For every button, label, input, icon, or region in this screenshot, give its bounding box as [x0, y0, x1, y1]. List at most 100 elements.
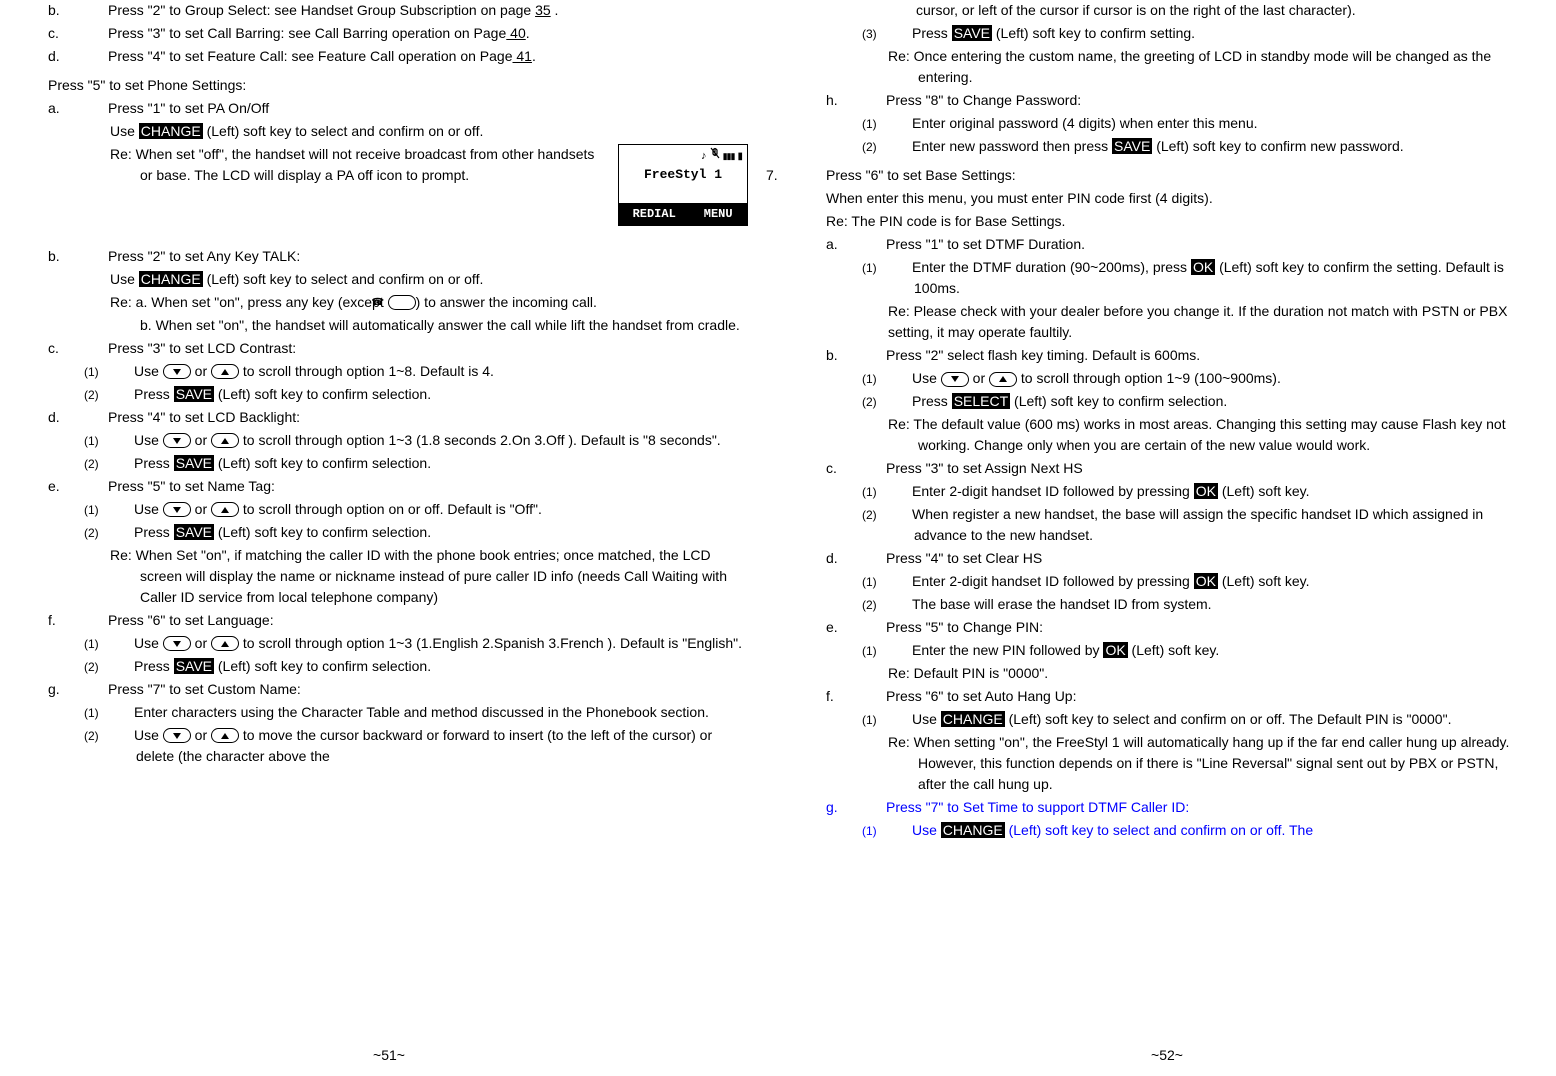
- marker: h.: [858, 90, 886, 111]
- item-6b-line: Use CHANGE (Left) soft key to select and…: [110, 269, 748, 290]
- text: Press "5" to set Name Tag:: [108, 478, 275, 494]
- item-7c-1: (1)Enter 2-digit handset ID followed by …: [888, 481, 1526, 502]
- item-6h-2: (2)Enter new password then press SAVE (L…: [888, 136, 1526, 157]
- softkey-ok: OK: [1103, 642, 1127, 658]
- lcd-softkey-left: REDIAL: [619, 203, 689, 225]
- marker: (2): [110, 386, 134, 404]
- item-7e-re: Re: Default PIN is "0000".: [888, 663, 1526, 684]
- text: Press "6" to set Base Settings:: [826, 167, 1016, 183]
- marker: (1): [888, 642, 912, 660]
- text: or: [191, 727, 211, 743]
- mute-icon: [710, 147, 720, 165]
- marker: (1): [888, 573, 912, 591]
- text: Press "3" to set Assign Next HS: [886, 460, 1083, 476]
- marker: (2): [888, 393, 912, 411]
- marker: (1): [110, 635, 134, 653]
- text: Press "4" to set LCD Backlight:: [108, 409, 300, 425]
- lcd-status-bar: ♪ ▮▮▮ ▮: [619, 145, 747, 163]
- item-6g-re: Re: Once entering the custom name, the g…: [888, 46, 1526, 88]
- text: Enter the DTMF duration (90~200ms), pres…: [912, 259, 1191, 275]
- text: The base will erase the handset ID from …: [912, 596, 1212, 612]
- text: When enter this menu, you must enter PIN…: [826, 190, 1213, 206]
- text: When register a new handset, the base wi…: [912, 506, 1483, 543]
- text: Press "2" select flash key timing. Defau…: [886, 347, 1200, 363]
- text: b. When set "on", the handset will autom…: [140, 317, 740, 333]
- item-7d-2: (2)The base will erase the handset ID fr…: [888, 594, 1526, 615]
- battery-icon: ▮: [737, 151, 743, 162]
- softkey-save: SAVE: [174, 524, 214, 540]
- page-right: cursor, or left of the cursor if cursor …: [778, 0, 1556, 1076]
- item-7a-1: (1)Enter the DTMF duration (90~200ms), p…: [888, 257, 1526, 299]
- text: Use: [912, 711, 941, 727]
- text: Re: When set "off", the handset will not…: [110, 146, 594, 183]
- item-7b-re: Re: The default value (600 ms) works in …: [888, 414, 1526, 456]
- item-7b-2: (2)Press SELECT (Left) soft key to confi…: [888, 391, 1526, 412]
- text: or: [969, 370, 989, 386]
- text: Re: The default value (600 ms) works in …: [888, 416, 1506, 453]
- marker: d.: [858, 548, 886, 569]
- item-6g-cont: cursor, or left of the cursor if cursor …: [916, 0, 1526, 21]
- text: Use: [134, 727, 163, 743]
- text: Press: [134, 455, 174, 471]
- item-6e-2: (2)Press SAVE (Left) soft key to confirm…: [110, 522, 748, 543]
- marker: b.: [858, 345, 886, 366]
- up-key-icon: [211, 364, 239, 379]
- text: Press: [134, 524, 174, 540]
- softkey-ok: OK: [1194, 573, 1218, 589]
- item-6b-re-a: Re: a. When set "on", press any key (exc…: [110, 292, 748, 313]
- softkey-change: CHANGE: [941, 822, 1005, 838]
- item-6a-line: Use CHANGE (Left) soft key to select and…: [110, 121, 748, 142]
- lcd-name: FreeStyl 1: [619, 163, 747, 203]
- marker: a.: [858, 234, 886, 255]
- up-key-icon: [211, 502, 239, 517]
- item-6g-3: (3)Press SAVE (Left) soft key to confirm…: [888, 23, 1526, 44]
- item-6c-2: (2)Press SAVE (Left) soft key to confirm…: [110, 384, 748, 405]
- text: (Left) soft key to select and confirm on…: [1005, 822, 1313, 838]
- text: (Left) soft key to confirm selection.: [1010, 393, 1227, 409]
- up-key-icon: [211, 728, 239, 743]
- page-link: 35: [535, 2, 551, 18]
- page-link: 41: [513, 48, 532, 64]
- item-6a-re: ♪ ▮▮▮ ▮ FreeStyl 1 REDIAL MENU Re: When …: [110, 144, 748, 226]
- text: Use: [110, 123, 139, 139]
- text: (Left) soft key to confirm setting.: [992, 25, 1195, 41]
- item-7f: f.Press "6" to set Auto Hang Up:: [858, 686, 1526, 707]
- item-6h: h.Press "8" to Change Password:: [858, 90, 1526, 111]
- text: Press "1" to set DTMF Duration.: [886, 236, 1085, 252]
- text: Enter original password (4 digits) when …: [912, 115, 1258, 131]
- text: Press "6" to set Auto Hang Up:: [886, 688, 1076, 704]
- text: Re: Once entering the custom name, the g…: [888, 48, 1491, 85]
- item-7g-1: (1)Use CHANGE (Left) soft key to select …: [888, 820, 1526, 841]
- page-number: ~51~: [373, 1045, 405, 1066]
- text: Press "4" to set Feature Call: see Featu…: [108, 48, 513, 64]
- marker: c.: [80, 338, 108, 359]
- softkey-save: SAVE: [1112, 138, 1152, 154]
- item-6g: g.Press "7" to set Custom Name:: [80, 679, 748, 700]
- text: (Left) soft key to confirm selection.: [214, 386, 431, 402]
- marker: b.: [80, 246, 108, 267]
- item-7g: g.Press "7" to Set Time to support DTMF …: [858, 797, 1526, 818]
- item-6f-2: (2)Press SAVE (Left) soft key to confirm…: [110, 656, 748, 677]
- text: Press "8" to Change Password:: [886, 92, 1081, 108]
- marker: f.: [858, 686, 886, 707]
- text: Press "2" to Group Select: see Handset G…: [108, 2, 535, 18]
- marker: (2): [110, 455, 134, 473]
- text: (Left) soft key to confirm selection.: [214, 455, 431, 471]
- up-key-icon: [211, 636, 239, 651]
- marker: (1): [110, 704, 134, 722]
- text: to scroll through option 1~3 (1.8 second…: [239, 432, 721, 448]
- text: (Left) soft key to select and confirm on…: [203, 123, 484, 139]
- text: cursor, or left of the cursor if cursor …: [916, 2, 1356, 18]
- item-6d-1: (1)Use or to scroll through option 1~3 (…: [110, 430, 748, 451]
- text: Press "3" to set LCD Contrast:: [108, 340, 296, 356]
- item-6e-1: (1)Use or to scroll through option on or…: [110, 499, 748, 520]
- softkey-save: SAVE: [174, 658, 214, 674]
- marker: (1): [110, 363, 134, 381]
- text: Press: [134, 658, 174, 674]
- marker: g.: [858, 797, 886, 818]
- lcd-softkey-right: MENU: [689, 203, 747, 225]
- marker: (1): [888, 259, 912, 277]
- page-number: ~52~: [1151, 1045, 1183, 1066]
- text: or: [191, 363, 211, 379]
- text: or: [191, 501, 211, 517]
